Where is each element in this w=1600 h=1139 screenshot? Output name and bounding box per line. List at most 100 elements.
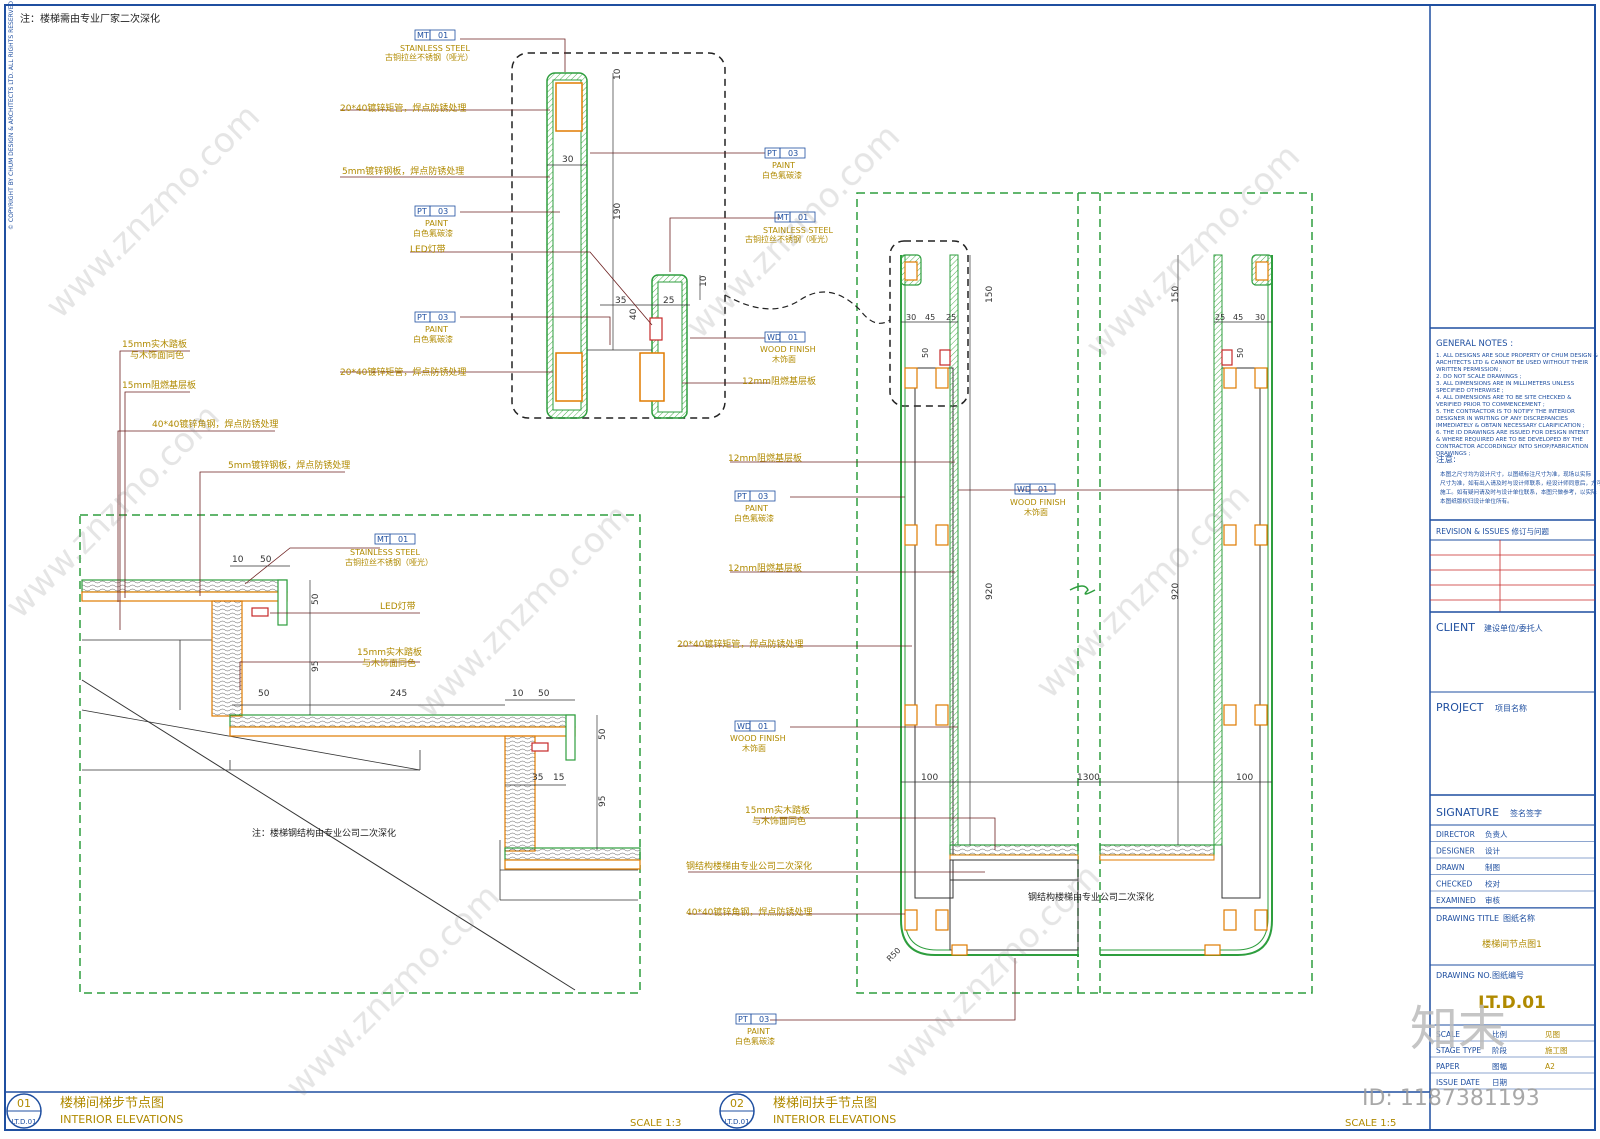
dim: 10 bbox=[512, 689, 524, 699]
tag-en: STAINLESS STEEL bbox=[350, 548, 420, 557]
tag-num: 03 bbox=[759, 1015, 769, 1024]
label-tread2-sub: 与木饰面同色 bbox=[362, 657, 416, 669]
detail1-note: 注：楼梯钢结构由专业公司二次深化 bbox=[252, 827, 396, 839]
detail-title: 楼梯间扶手节点图 bbox=[773, 1096, 877, 1111]
general-note-line: WRITTEN PERMISSION ; bbox=[1436, 367, 1502, 373]
tag-en: PAINT bbox=[425, 219, 448, 228]
tag-code: PT bbox=[738, 1015, 748, 1024]
general-note-line: IMMEDIATELY & OBTAIN NECESSARY CLARIFICA… bbox=[1436, 423, 1585, 429]
detail-scale: SCALE 1:3 bbox=[630, 1118, 681, 1129]
dim: 50 bbox=[311, 593, 321, 605]
signature-row-cn: 设计 bbox=[1485, 846, 1501, 856]
label-plate: 5mm镀锌钢板，焊点防锈处理 bbox=[342, 165, 464, 177]
dim: 10 bbox=[232, 555, 244, 565]
tag-num: 03 bbox=[758, 492, 768, 501]
dim: 50 bbox=[921, 348, 930, 358]
drawing-title-cn: 图纸名称 bbox=[1503, 913, 1535, 923]
tag-cn: 白色氟碳漆 bbox=[734, 513, 774, 523]
tag-num: 01 bbox=[758, 722, 768, 731]
detail1-title-bar: 01 LT.D.01 楼梯间梯步节点图 INTERIOR ELEVATIONS … bbox=[6, 1093, 681, 1129]
dim: 50 bbox=[258, 689, 270, 699]
cn-note-line: 本图纸版权归设计单位所有。 bbox=[1440, 497, 1513, 505]
tag-code: WD bbox=[767, 333, 781, 342]
signature-row-label: DESIGNER bbox=[1436, 847, 1475, 856]
label-tube: 20*40镀锌矩管，焊点防锈处理 bbox=[340, 102, 466, 114]
signature-row-cn: 负责人 bbox=[1485, 829, 1508, 839]
dim: 100 bbox=[1236, 773, 1253, 783]
dim: 1300 bbox=[1077, 773, 1100, 783]
tag-en: PAINT bbox=[772, 161, 795, 170]
tag-code: WD bbox=[1017, 485, 1031, 494]
label-steel: 钢结构楼梯由专业公司二次深化 bbox=[686, 860, 812, 872]
label-tread-sub: 与木饰面同色 bbox=[130, 349, 184, 361]
signature-label: SIGNATURE bbox=[1436, 806, 1499, 819]
tag-en: STAINLESS STEEL bbox=[400, 44, 470, 53]
general-note-line: ARCHITECTS LTD & CANNOT BE USED WITHOUT … bbox=[1436, 360, 1588, 366]
tag-num: 01 bbox=[398, 535, 408, 544]
label-angle: 40*40镀锌角钢，焊点防锈处理 bbox=[686, 906, 812, 918]
general-note-line: DESIGNER IN WRITING OF ANY DISCREPANCIES bbox=[1436, 416, 1568, 422]
detail2-title-bar: 02 LT.D.01 楼梯间扶手节点图 INTERIOR ELEVATIONS … bbox=[719, 1093, 1396, 1129]
svg-text:www.znzmo.com: www.znzmo.com bbox=[278, 876, 508, 1106]
detail-02-enlarged: 10 30 190 35 40 25 10 MT 01 STAINLESS ST… bbox=[340, 29, 833, 419]
detail-subtitle: INTERIOR ELEVATIONS bbox=[773, 1113, 896, 1126]
dim: 30 bbox=[562, 155, 574, 165]
id-text: ID: 1187381193 bbox=[1362, 1086, 1540, 1111]
cn-note-line: 施工。如有疑问请及时与设计单位联系，本图只做参考，以实际 bbox=[1440, 488, 1597, 496]
signature-row-cn: 校对 bbox=[1485, 879, 1501, 889]
tag-num: 03 bbox=[438, 207, 448, 216]
svg-text:www.znzmo.com: www.znzmo.com bbox=[1078, 136, 1308, 366]
tag-en: PAINT bbox=[747, 1027, 770, 1036]
tag-cn: 木饰面 bbox=[742, 743, 766, 753]
drawing-title-label: DRAWING TITLE bbox=[1436, 914, 1499, 923]
drawing-title-value: 楼梯间节点图1 bbox=[1482, 938, 1542, 950]
general-note-line: 6. THE ID DRAWINGS ARE ISSUED FOR DESIGN… bbox=[1436, 430, 1589, 436]
detail-ref: LT.D.01 bbox=[11, 1118, 36, 1126]
tag-num: 03 bbox=[788, 149, 798, 158]
svg-text:www.znzmo.com: www.znzmo.com bbox=[878, 856, 1108, 1086]
signature-row-label: EXAMINED bbox=[1436, 896, 1476, 905]
tag-code: PT bbox=[737, 492, 747, 501]
tag-code: PT bbox=[767, 149, 777, 158]
drawing-no-cn: 图纸编号 bbox=[1492, 970, 1524, 980]
dim: 245 bbox=[390, 689, 407, 699]
dim: 10 bbox=[699, 275, 709, 287]
label-tube: 20*40镀锌矩管，焊点防锈处理 bbox=[677, 638, 803, 650]
project-label: PROJECT bbox=[1436, 701, 1484, 714]
logo-text: 知末 bbox=[1410, 1001, 1506, 1057]
cn-note-line: 本图之尺寸均为设计尺寸，以图纸标注尺寸为准，现场以实际 bbox=[1440, 470, 1591, 478]
dim: 95 bbox=[598, 796, 608, 807]
detail-subtitle: INTERIOR ELEVATIONS bbox=[60, 1113, 183, 1126]
dim: 45 bbox=[1233, 313, 1243, 322]
label-tread: 15mm实木踏板 bbox=[122, 338, 187, 350]
dim: 35 bbox=[615, 296, 626, 306]
tag-num: 01 bbox=[1038, 485, 1048, 494]
detail-scale: SCALE 1:5 bbox=[1345, 1118, 1396, 1129]
svg-text:www.znzmo.com: www.znzmo.com bbox=[1028, 476, 1258, 706]
label-tread2: 15mm实木踏板 bbox=[357, 646, 422, 658]
tag-cn: 白色氟碳漆 bbox=[735, 1036, 775, 1046]
client-cn: 建设单位/委托人 bbox=[1484, 623, 1543, 633]
dim: 100 bbox=[921, 773, 938, 783]
general-note-line: 1. ALL DESIGNS ARE SOLE PROPERTY OF CHUM… bbox=[1436, 353, 1598, 359]
drawing-sheet: 注：楼梯需由专业厂家二次深化 © COPYRIGHT BY CHUM DESIG… bbox=[0, 0, 1600, 1135]
cn-note-line: 尺寸为准，如有出入请及时与设计师联系，经设计师同意后，方可 bbox=[1440, 479, 1600, 487]
label-base: 15mm阻燃基层板 bbox=[122, 379, 196, 391]
tag-cn: 古铜拉丝不锈钢（哑光） bbox=[385, 52, 473, 62]
tag-cn: 古铜拉丝不锈钢（哑光） bbox=[345, 557, 433, 567]
general-note-line: 4. ALL DIMENSIONS ARE TO BE SITE CHECKED… bbox=[1436, 395, 1572, 401]
dim: 35 bbox=[532, 773, 543, 783]
tag-code: PT bbox=[417, 207, 427, 216]
dim: 50 bbox=[598, 728, 608, 740]
detail-ref: LT.D.01 bbox=[724, 1118, 749, 1126]
notes-title: GENERAL NOTES : bbox=[1436, 339, 1513, 349]
meta-row-value: 见图 bbox=[1545, 1030, 1560, 1039]
meta-row-value: 施工图 bbox=[1545, 1045, 1568, 1055]
general-note-line: 3. ALL DIMENSIONS ARE IN MILLIMETERS UNL… bbox=[1436, 381, 1575, 387]
dim: 25 bbox=[946, 313, 956, 322]
detail-number: 02 bbox=[730, 1097, 744, 1110]
signature-row-cn: 审核 bbox=[1485, 895, 1501, 905]
dim: 190 bbox=[613, 203, 623, 220]
detail-title: 楼梯间梯步节点图 bbox=[60, 1096, 164, 1111]
dim: 150 bbox=[985, 286, 995, 303]
